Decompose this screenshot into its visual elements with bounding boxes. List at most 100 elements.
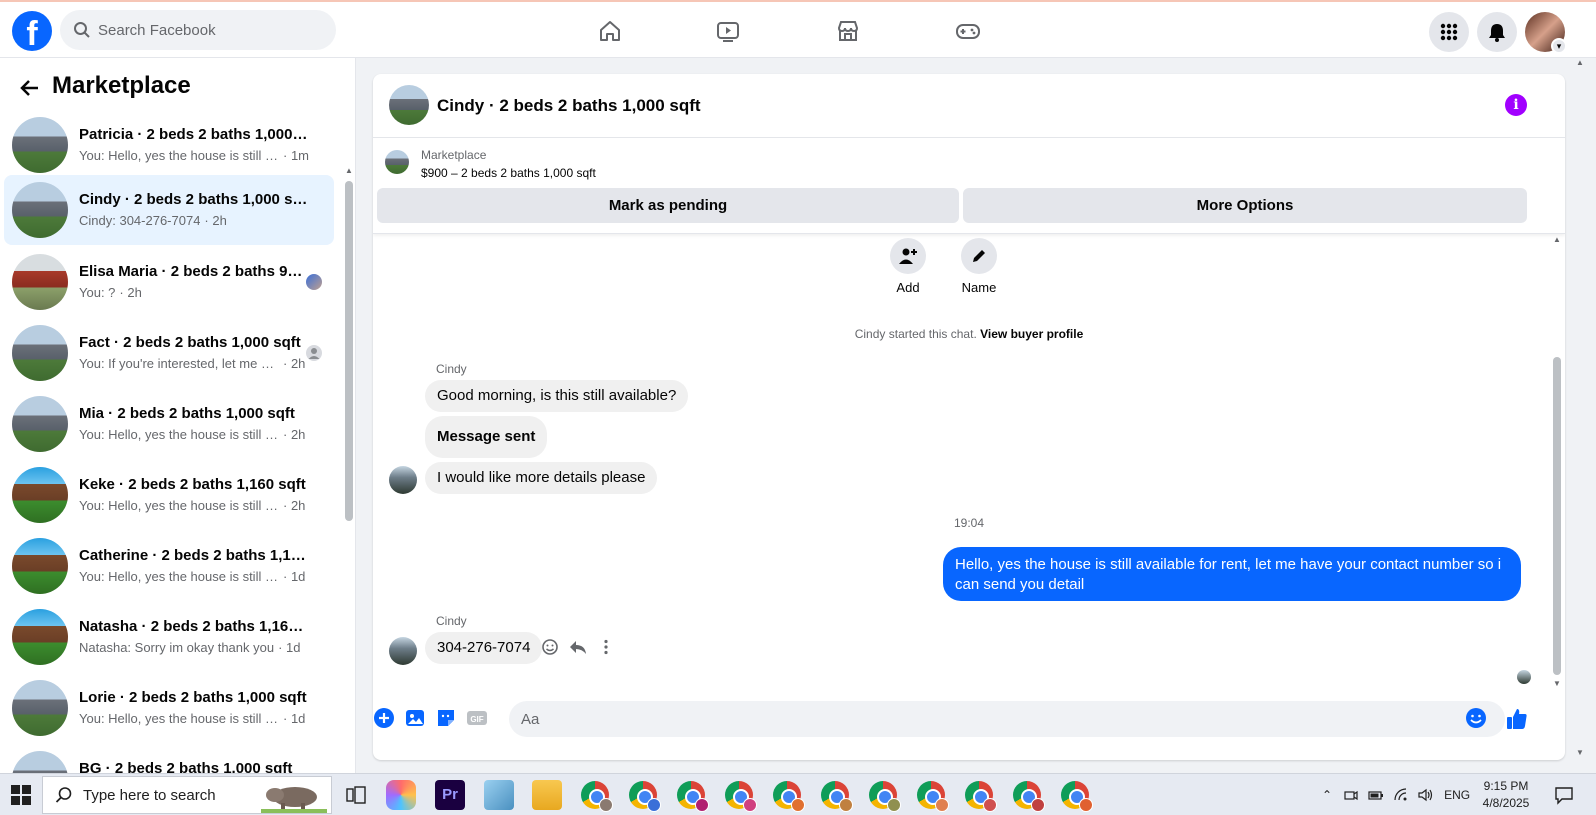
facebook-logo[interactable]: f (12, 11, 52, 51)
chrome-app-icon[interactable] (629, 781, 661, 812)
chevron-down-icon[interactable]: ▾ (1551, 38, 1567, 54)
search-input[interactable] (98, 21, 318, 39)
message-bubble[interactable]: I would like more details please (425, 462, 658, 494)
premiere-pro-app-icon[interactable]: Pr (435, 780, 465, 810)
thumbs-up-icon[interactable] (1505, 707, 1529, 731)
home-icon[interactable] (590, 14, 630, 48)
scroll-up-icon[interactable]: ▲ (1553, 235, 1561, 244)
conversation-item[interactable]: Fact · 2 beds 2 baths 1,000 sqft You: If… (4, 318, 334, 388)
scroll-down-icon[interactable]: ▼ (1576, 748, 1584, 757)
conversation-item[interactable]: Elisa Maria · 2 beds 2 baths 930 sqft Yo… (4, 247, 334, 317)
listing-thumbnail (12, 680, 68, 736)
gif-icon[interactable]: GIF (466, 707, 488, 729)
file-explorer-app-icon[interactable] (532, 780, 562, 810)
search-box[interactable] (60, 10, 336, 50)
conversation-item[interactable]: Patricia · 2 beds 2 baths 1,000 sqft You… (4, 110, 334, 180)
taskbar-clock[interactable]: 9:15 PM 4/8/2025 (1470, 778, 1542, 812)
speaker-icon[interactable] (1418, 788, 1434, 802)
my-message-bubble[interactable]: Hello, yes the house is still available … (943, 547, 1521, 601)
chrome-app-icon[interactable] (677, 781, 709, 812)
menu-grid-icon[interactable] (1429, 12, 1469, 52)
gaming-icon[interactable] (948, 14, 988, 48)
message-bubble[interactable]: Message sent (425, 416, 548, 458)
windows-start-icon[interactable] (10, 784, 32, 806)
video-icon[interactable] (708, 14, 748, 48)
conversation-snippet: You: If you're interested, let me know (79, 356, 279, 371)
conversation-name: Lorie · 2 beds 2 baths 1,000 sqft (79, 689, 307, 706)
chat-scrollbar[interactable]: ▲ ▼ (1553, 235, 1561, 689)
page-scrollbar[interactable]: ▲ ▼ (1574, 58, 1586, 770)
conversation-item[interactable]: BG · 2 beds 2 baths 1,000 sqft (4, 744, 334, 773)
sidebar-scrollbar[interactable]: ▲ ▼ (345, 116, 353, 766)
listing-thumbnail (12, 182, 68, 238)
sidebar: Marketplace Patricia · 2 beds 2 baths 1,… (0, 58, 356, 773)
conversation-item-active[interactable]: Cindy · 2 beds 2 baths 1,000 sqft Cindy:… (4, 175, 334, 245)
info-icon[interactable]: i (1505, 94, 1527, 116)
message-input[interactable] (509, 701, 1505, 737)
sender-avatar[interactable] (389, 466, 417, 494)
scroll-up-icon[interactable]: ▲ (1576, 58, 1584, 67)
bell-icon[interactable] (1477, 12, 1517, 52)
add-contact-action[interactable]: Add (878, 238, 938, 295)
more-vertical-icon[interactable] (597, 638, 615, 656)
edit-name-action[interactable]: Name (949, 238, 1009, 295)
taskbar-search[interactable]: Type here to search (42, 776, 332, 814)
chrome-app-icon[interactable] (725, 781, 757, 812)
chrome-app-icon[interactable] (965, 781, 997, 812)
listing-thumbnail[interactable] (385, 150, 409, 174)
message-timestamp: 19:04 (953, 516, 985, 530)
chrome-app-icon[interactable] (821, 781, 853, 812)
plus-circle-icon[interactable] (373, 707, 395, 729)
sticker-icon[interactable] (435, 707, 457, 729)
mark-as-pending-button[interactable]: Mark as pending (377, 188, 959, 223)
scroll-up-icon[interactable]: ▲ (345, 166, 353, 175)
chat-avatar[interactable] (389, 85, 429, 125)
pencil-icon[interactable] (961, 238, 997, 274)
listing-description[interactable]: $900 – 2 beds 2 baths 1,000 sqft (421, 166, 596, 180)
copilot-app-icon[interactable] (386, 780, 416, 810)
chrome-app-icon[interactable] (917, 781, 949, 812)
seen-avatar (306, 274, 322, 290)
emoji-icon[interactable] (1465, 707, 1487, 729)
conversation-item[interactable]: Mia · 2 beds 2 baths 1,000 sqft You: Hel… (4, 389, 334, 459)
account-avatar[interactable]: ▾ (1525, 12, 1567, 54)
conversation-item[interactable]: Natasha · 2 beds 2 baths 1,160 sqft Nata… (4, 602, 334, 672)
react-emoji-icon[interactable] (541, 638, 559, 656)
chrome-app-icon[interactable] (773, 781, 805, 812)
search-icon (55, 787, 72, 803)
message-bubble[interactable]: Good morning, is this still available? (425, 380, 689, 412)
scrollbar-thumb[interactable] (1553, 357, 1561, 675)
sender-avatar[interactable] (389, 637, 417, 665)
started-text: Cindy started this chat. (854, 327, 977, 341)
notepad-app-icon[interactable] (484, 780, 514, 810)
wifi-icon[interactable] (1394, 788, 1410, 802)
chrome-app-icon[interactable] (581, 781, 613, 812)
chevron-up-icon[interactable]: ⌃ (1322, 788, 1332, 802)
conversation-time: · 2h (283, 498, 306, 513)
photo-icon[interactable] (404, 707, 426, 729)
battery-icon[interactable] (1368, 788, 1384, 802)
conversation-item[interactable]: Keke · 2 beds 2 baths 1,160 sqft You: He… (4, 460, 334, 530)
chat-title[interactable]: Cindy · 2 beds 2 baths 1,000 sqft (437, 96, 701, 116)
chrome-app-icon[interactable] (869, 781, 901, 812)
view-buyer-profile-link[interactable]: View buyer profile (980, 327, 1083, 341)
camera-icon[interactable] (1344, 788, 1358, 802)
chrome-app-icon[interactable] (1013, 781, 1045, 812)
marketplace-icon[interactable] (828, 14, 868, 48)
chat-header: Cindy · 2 beds 2 baths 1,000 sqft i (373, 74, 1565, 138)
reply-icon[interactable] (569, 638, 587, 656)
scroll-down-icon[interactable]: ▼ (1553, 679, 1561, 688)
conversation-item[interactable]: Lorie · 2 beds 2 baths 1,000 sqft You: H… (4, 673, 334, 743)
message-bubble[interactable]: 304-276-7074 (425, 632, 543, 664)
language-indicator[interactable]: ENG (1444, 788, 1470, 802)
chrome-app-icon[interactable] (1061, 781, 1093, 812)
scrollbar-thumb[interactable] (345, 181, 353, 521)
more-options-button[interactable]: More Options (963, 188, 1527, 223)
task-view-icon[interactable] (346, 786, 366, 804)
listing-bar: Marketplace $900 – 2 beds 2 baths 1,000 … (373, 138, 1565, 234)
notification-center-icon[interactable] (1554, 785, 1574, 805)
conversation-item[interactable]: Catherine · 2 beds 2 baths 1,160 sqft Yo… (4, 531, 334, 601)
add-person-icon[interactable] (890, 238, 926, 274)
back-arrow-icon[interactable] (18, 76, 42, 100)
add-label: Add (896, 280, 920, 295)
